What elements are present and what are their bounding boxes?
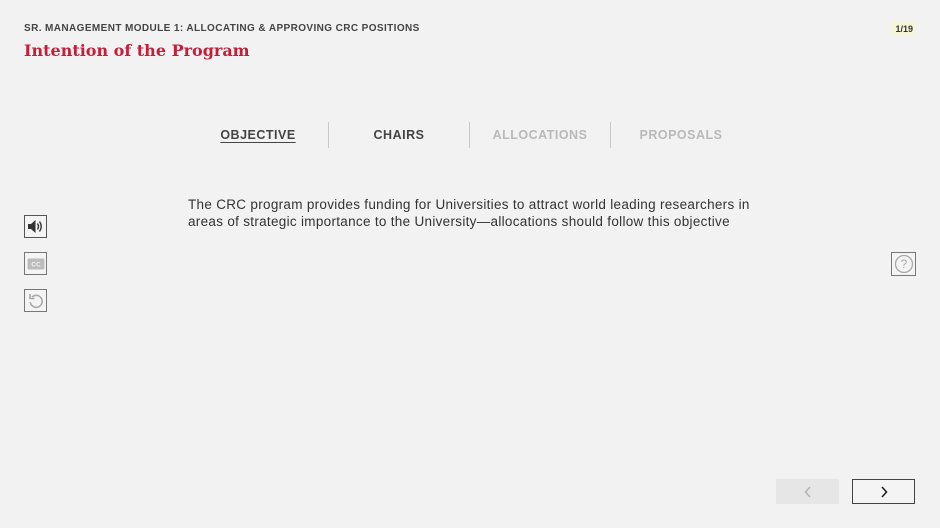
previous-button[interactable] <box>776 479 839 504</box>
svg-text:?: ? <box>900 257 907 271</box>
tab-chairs[interactable]: CHAIRS <box>329 122 469 148</box>
tab-proposals[interactable]: PROPOSALS <box>611 122 751 148</box>
tab-bar: OBJECTIVE CHAIRS ALLOCATIONS PROPOSALS <box>188 122 751 148</box>
page-title: Intention of the Program <box>24 41 250 60</box>
chevron-right-icon <box>880 485 888 498</box>
objective-text: The CRC program provides funding for Uni… <box>188 197 750 229</box>
help-button[interactable]: ? <box>891 252 916 276</box>
next-button[interactable] <box>852 479 915 504</box>
module-title: SR. MANAGEMENT MODULE 1: ALLOCATING & AP… <box>24 23 420 34</box>
replay-icon <box>28 293 43 308</box>
audio-button[interactable] <box>24 215 47 238</box>
replay-button[interactable] <box>24 289 47 312</box>
page-counter: 1/19 <box>892 22 916 36</box>
help-icon: ? <box>894 254 913 274</box>
speaker-icon <box>28 220 42 233</box>
tab-allocations[interactable]: ALLOCATIONS <box>470 122 610 148</box>
captions-button[interactable]: CC <box>24 252 47 275</box>
svg-text:CC: CC <box>31 261 41 268</box>
tab-objective[interactable]: OBJECTIVE <box>188 122 328 148</box>
closed-captions-icon: CC <box>27 258 44 269</box>
chevron-left-icon <box>803 485 811 498</box>
